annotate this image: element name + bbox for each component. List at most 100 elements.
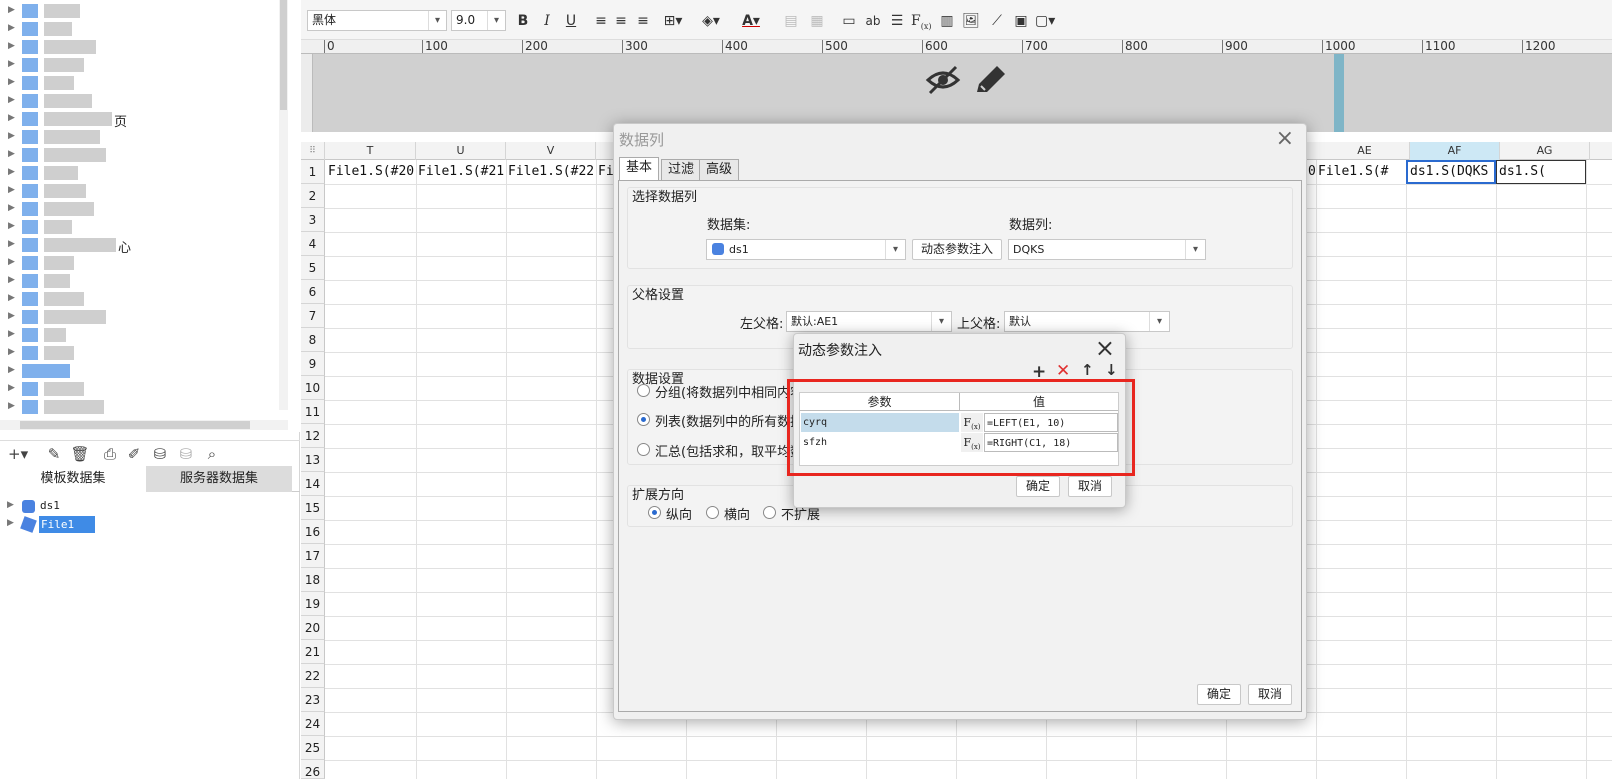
chart-icon[interactable]: ▥ <box>937 11 957 31</box>
edit-icon[interactable]: ✎ <box>44 444 64 464</box>
column-header-cell[interactable]: AE <box>1320 142 1410 160</box>
row-header[interactable]: 11 <box>301 400 325 424</box>
close-icon[interactable]: × <box>1095 334 1115 362</box>
text-icon[interactable]: ab <box>863 11 883 31</box>
radio-vertical[interactable] <box>648 506 661 519</box>
cell-V1[interactable]: File1.S(#22 <box>506 160 596 184</box>
align-center-icon[interactable]: ≡ <box>611 11 631 31</box>
tree-horizontal-scrollbar[interactable] <box>0 420 288 430</box>
row-header[interactable]: 13 <box>301 448 325 472</box>
row-header[interactable]: 20 <box>301 616 325 640</box>
close-icon[interactable]: × <box>1276 126 1294 151</box>
tree-row[interactable]: ▶ <box>0 128 280 146</box>
tree-row[interactable]: ▶ <box>0 326 280 344</box>
row-header[interactable]: 18 <box>301 568 325 592</box>
ok-button[interactable]: 确定 <box>1197 684 1241 705</box>
radio-list[interactable] <box>637 413 650 426</box>
row-header[interactable]: 26 <box>301 760 325 779</box>
frame-icon[interactable]: ▢▾ <box>1035 11 1055 31</box>
tree-row[interactable]: ▶ <box>0 38 280 56</box>
sub-report-icon[interactable]: ▣ <box>1011 11 1031 31</box>
cancel-button[interactable]: 取消 <box>1248 684 1292 705</box>
tree-row[interactable]: ▶ <box>0 380 280 398</box>
sub-cancel-button[interactable]: 取消 <box>1068 476 1112 497</box>
tree-row[interactable]: ▶ <box>0 290 280 308</box>
dataset-select[interactable]: ds1 ▾ <box>706 239 906 260</box>
align-left-icon[interactable]: ≡ <box>591 11 611 31</box>
tree-row[interactable]: ▶ <box>0 74 280 92</box>
row-header[interactable]: 15 <box>301 496 325 520</box>
underline-icon[interactable]: U <box>561 11 581 31</box>
row-header[interactable]: 1 <box>301 160 325 184</box>
row-header[interactable]: 3 <box>301 208 325 232</box>
dataset-item-file1[interactable]: ▶ File1 <box>0 516 300 534</box>
cell-AE1[interactable]: File1.S(# <box>1316 160 1406 184</box>
delete-row-icon[interactable]: ✕ <box>1056 361 1070 381</box>
tab-server-dataset[interactable]: 服务器数据集 <box>146 466 292 492</box>
dataset-item-ds1[interactable]: ▶ ds1 <box>0 498 300 516</box>
left-parent-select[interactable]: 默认:AE1 ▾ <box>786 311 952 332</box>
tree-vertical-scrollbar[interactable] <box>279 0 288 410</box>
row-header[interactable]: 4 <box>301 232 325 256</box>
radio-horizontal[interactable] <box>706 506 719 519</box>
tree-row[interactable]: ▶ <box>0 308 280 326</box>
italic-icon[interactable]: I <box>537 11 557 31</box>
top-parent-select[interactable]: 默认 ▾ <box>1004 311 1170 332</box>
row-header[interactable]: 16 <box>301 520 325 544</box>
image-icon[interactable]: 🖼 <box>961 11 981 31</box>
tree-row[interactable]: ▶ <box>0 164 280 182</box>
row-header[interactable]: 21 <box>301 640 325 664</box>
column-select[interactable]: DQKS ▾ <box>1008 239 1206 260</box>
tree-row[interactable]: ▶ <box>0 92 280 110</box>
formula-icon[interactable]: F(x) <box>911 11 931 31</box>
row-header[interactable]: 6 <box>301 280 325 304</box>
tree-row[interactable]: ▶ <box>0 2 280 20</box>
fill-color-icon[interactable]: ◈▾ <box>701 11 721 31</box>
select-all-corner[interactable]: ⠿ <box>301 142 325 160</box>
dynamic-param-button[interactable]: 动态参数注入 <box>912 239 1002 260</box>
row-header[interactable]: 23 <box>301 688 325 712</box>
move-up-icon[interactable]: ↑ <box>1081 361 1094 379</box>
radio-group[interactable] <box>637 384 650 397</box>
tree-row[interactable]: ▶ <box>0 146 280 164</box>
tree-row[interactable]: ▶ <box>0 362 280 380</box>
column-header-cell[interactable]: U <box>416 142 506 160</box>
tree-row[interactable]: ▶ <box>0 56 280 74</box>
column-header-cell[interactable]: V <box>506 142 596 160</box>
tab-template-dataset[interactable]: 模板数据集 <box>0 466 146 492</box>
slash-icon[interactable]: ⟋ <box>987 11 1007 31</box>
edit-data-icon[interactable]: ✐ <box>124 444 144 464</box>
edit-pencil-icon[interactable] <box>977 66 1005 92</box>
row-header[interactable]: 12 <box>301 424 325 448</box>
add-dataset-icon[interactable]: +▾ <box>8 444 28 464</box>
row-header[interactable]: 10 <box>301 376 325 400</box>
tree-row[interactable]: ▶ <box>0 218 280 236</box>
tree-row[interactable]: ▶ <box>0 398 280 416</box>
tree-row[interactable]: ▶ <box>0 200 280 218</box>
search-icon[interactable]: ⌕ <box>202 444 222 464</box>
row-header[interactable]: 19 <box>301 592 325 616</box>
cell-AF1-selected[interactable]: ds1.S(DQKS <box>1406 160 1496 184</box>
tree-row[interactable]: ▶ <box>0 272 280 290</box>
row-header[interactable]: 8 <box>301 328 325 352</box>
tab-advanced[interactable]: 高级 <box>699 159 740 181</box>
row-header[interactable]: 22 <box>301 664 325 688</box>
paragraph-icon[interactable]: ☰ <box>887 11 907 31</box>
font-family-select[interactable]: 黑体 ▾ <box>307 10 447 31</box>
font-color-icon[interactable]: A▾ <box>741 11 761 31</box>
row-header[interactable]: 24 <box>301 712 325 736</box>
tree-row[interactable]: ▶ <box>0 344 280 362</box>
tree-row[interactable]: ▶ 页 <box>0 110 280 130</box>
cell-U1[interactable]: File1.S(#21 <box>416 160 506 184</box>
align-right-icon[interactable]: ≡ <box>633 11 653 31</box>
tree-row[interactable]: ▶ <box>0 254 280 272</box>
row-header[interactable]: 14 <box>301 472 325 496</box>
insert-field-icon[interactable]: ▭ <box>839 11 859 31</box>
row-header[interactable]: 5 <box>301 256 325 280</box>
tab-basic[interactable]: 基本 <box>619 157 660 181</box>
tree-row[interactable]: ▶ <box>0 20 280 38</box>
row-header[interactable]: 9 <box>301 352 325 376</box>
row-header[interactable]: 25 <box>301 736 325 760</box>
tree-row[interactable]: ▶ <box>0 182 280 200</box>
delete-icon[interactable]: 🗑 <box>70 444 90 464</box>
